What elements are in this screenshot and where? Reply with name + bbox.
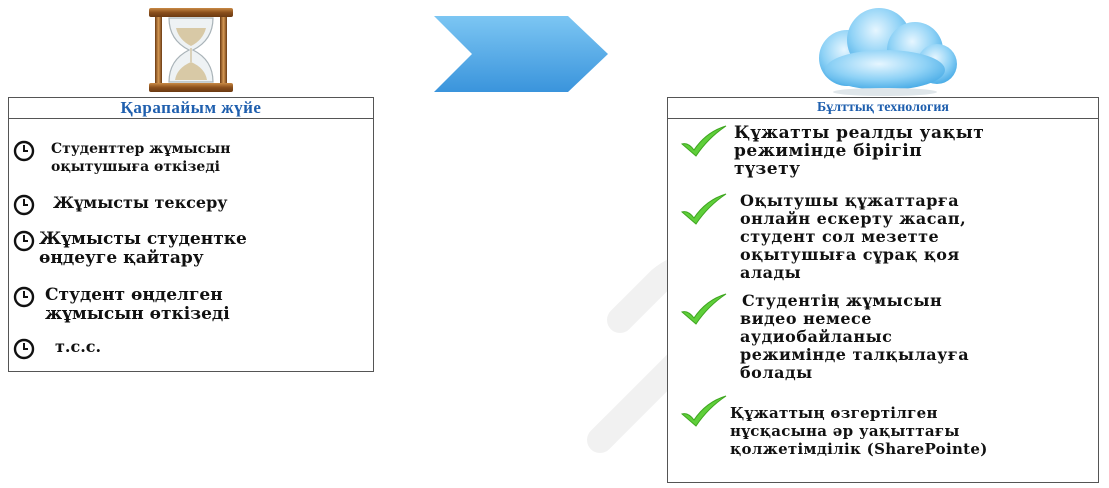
item-line: алады: [740, 263, 802, 282]
checkmark-icon: [681, 293, 727, 325]
simple-system-panel: Қарапайым жүйе Студенттер жұмысын оқытуш…: [8, 97, 374, 372]
item-line: онлайн ескерту жасап,: [740, 209, 967, 228]
checkmark-icon: [681, 193, 727, 225]
clock-icon: [13, 194, 35, 216]
list-item: Оқытушы құжаттарға онлайн ескерту жасап,…: [678, 192, 966, 282]
clock-icon: [13, 140, 35, 162]
hourglass-icon: [149, 8, 233, 92]
item-line: студент сол мезетте: [740, 227, 940, 246]
item-line: нұсқасына әр уақыттағы: [730, 422, 960, 440]
item-line: Құжатты реалды уақыт: [734, 123, 985, 143]
item-line: режимінде бірігіп: [734, 141, 923, 161]
item-line: видео немесе: [740, 309, 872, 328]
chevron-arrow-icon: [434, 16, 608, 92]
item-line: оқытушыға сұрақ қоя: [740, 245, 960, 264]
item-line: оқытушыға өткізеді: [51, 159, 220, 175]
clock-icon: [13, 230, 35, 252]
cloud-icon: [819, 8, 957, 96]
list-item: Жұмысты студентке өңдеуге қайтару: [13, 230, 247, 268]
list-item: Студентің жұмысын видео немесе аудиобайл…: [678, 292, 969, 382]
list-item: Жұмысты тексеру: [13, 194, 228, 216]
list-item: Студент өңделген жұмысын өткізеді: [13, 286, 230, 324]
panel-title: Қарапайым жүйе: [9, 98, 373, 119]
item-line: түзету: [734, 159, 801, 179]
item-line: Оқытушы құжаттарға: [740, 191, 960, 210]
item-line: өңдеуге қайтару: [39, 248, 204, 268]
item-line: Студентің жұмысын: [742, 291, 943, 310]
list-item: Студенттер жұмысын оқытушыға өткізеді: [13, 140, 230, 176]
item-line: Жұмысты студентке: [39, 229, 247, 249]
list-item: Құжатты реалды уақыт режимінде бірігіп т…: [678, 124, 984, 178]
item-line: Жұмысты тексеру: [53, 193, 228, 212]
panel-title: Бұлттық технология: [668, 98, 1098, 119]
clock-icon: [13, 286, 35, 308]
item-line: жұмысын өткізеді: [45, 304, 230, 324]
item-line: Құжаттың өзгертілген: [730, 404, 938, 422]
list-item: т.с.с.: [13, 338, 101, 360]
item-line: аудиобайланыс: [740, 327, 893, 346]
item-line: қолжетімділік (SharePointe): [730, 440, 988, 458]
cloud-technology-panel: Бұлттық технология Құжатты реалды уақыт …: [667, 97, 1099, 483]
item-line: болады: [740, 363, 813, 382]
item-line: т.с.с.: [55, 337, 102, 356]
checkmark-icon: [681, 125, 727, 157]
list-item: Құжаттың өзгертілген нұсқасына әр уақытт…: [678, 394, 988, 458]
checkmark-icon: [681, 395, 727, 427]
clock-icon: [13, 338, 35, 360]
item-line: Студент өңделген: [45, 285, 223, 305]
item-line: режимінде талқылауға: [740, 345, 970, 364]
item-line: Студенттер жұмысын: [51, 141, 231, 157]
